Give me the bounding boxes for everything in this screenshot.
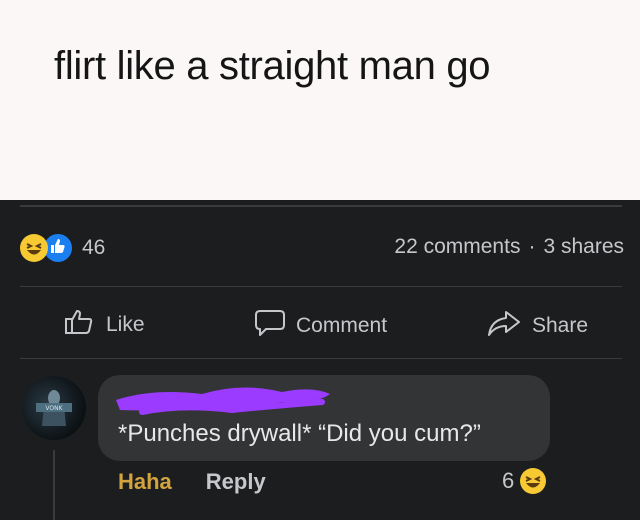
comment-text: *Punches drywall* “Did you cum?” — [118, 420, 481, 447]
haha-icon — [20, 234, 48, 262]
post-text: flirt like a straight man go — [54, 44, 491, 88]
comment-label: Comment — [296, 314, 388, 337]
card-divider — [20, 205, 622, 207]
comment-reaction-summary[interactable]: 6 — [502, 468, 547, 494]
thread-line — [53, 450, 55, 520]
post-image-card: flirt like a straight man go — [0, 0, 640, 200]
comments-count[interactable]: 22 comments — [394, 235, 520, 259]
share-arrow-icon — [486, 308, 522, 344]
haha-icon — [520, 468, 547, 494]
actions-bottom-divider — [20, 358, 622, 359]
comment-bubble-icon — [252, 308, 286, 344]
like-button[interactable]: Like — [64, 308, 145, 342]
share-button[interactable]: Share — [486, 308, 588, 344]
reaction-count: 46 — [82, 236, 106, 259]
like-label: Like — [106, 313, 145, 336]
reply-button[interactable]: Reply — [206, 469, 266, 495]
thumbs-up-icon — [64, 308, 96, 342]
avatar-badge: VONK — [45, 405, 63, 412]
reaction-summary[interactable]: 46 — [20, 232, 105, 264]
stats-separator: · — [528, 235, 536, 258]
haha-reaction-button[interactable]: Haha — [118, 469, 172, 495]
name-redaction-scribble — [116, 387, 330, 415]
actions-top-divider — [20, 286, 622, 287]
comment-button[interactable]: Comment — [252, 308, 387, 344]
post-stats: 22 comments · 3 shares — [394, 235, 624, 259]
comment-reaction-count: 6 — [502, 468, 515, 493]
shares-count[interactable]: 3 shares — [543, 235, 624, 259]
share-label: Share — [532, 314, 589, 337]
comment-actions: Haha Reply — [118, 469, 266, 495]
commenter-avatar[interactable]: VONK — [22, 376, 86, 440]
post-actions-bar: Like Comment Share — [0, 300, 640, 348]
